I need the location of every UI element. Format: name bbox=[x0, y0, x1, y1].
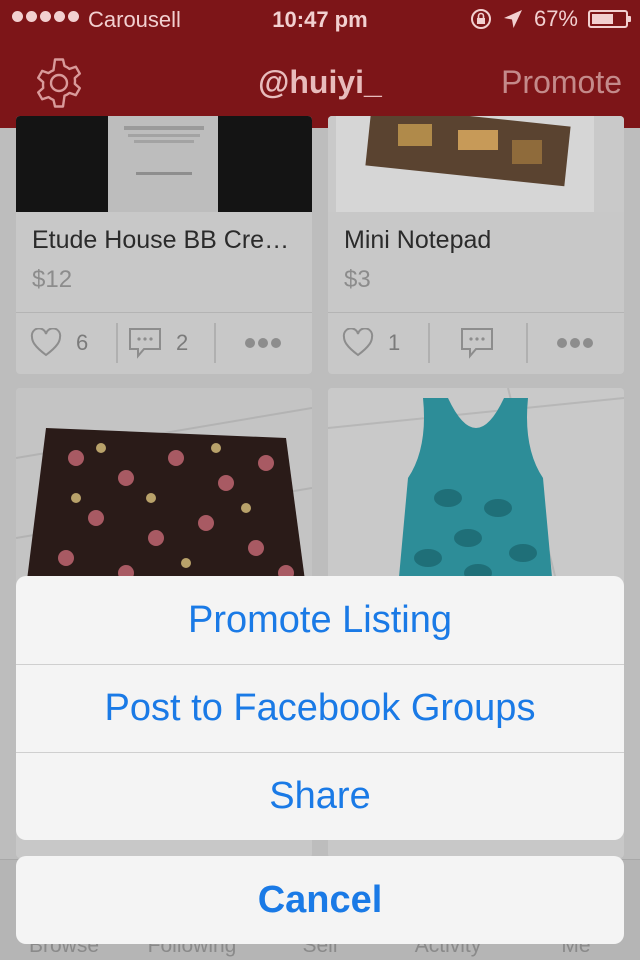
comment-icon bbox=[461, 328, 493, 359]
listing-card[interactable]: Etude House BB Cre… $12 6 2 bbox=[16, 116, 312, 374]
listing-actions: 6 2 bbox=[16, 312, 312, 373]
action-sheet: Promote Listing Post to Facebook Groups … bbox=[16, 576, 624, 840]
share-option[interactable]: Share bbox=[16, 752, 624, 840]
more-button[interactable] bbox=[556, 313, 594, 373]
app-screen: Carousell 10:47 pm 67% @huiyi_ Promote E… bbox=[0, 0, 640, 960]
promote-button[interactable]: Promote bbox=[501, 64, 622, 101]
listing-actions: 1 bbox=[328, 312, 624, 373]
divider bbox=[428, 323, 430, 363]
divider bbox=[214, 323, 216, 363]
comment-button[interactable]: 2 bbox=[128, 313, 188, 373]
battery-percent: 67% bbox=[533, 6, 578, 31]
like-count: 6 bbox=[76, 330, 89, 355]
comment-count: 2 bbox=[176, 330, 189, 355]
more-dots-icon bbox=[245, 338, 281, 348]
listing-photo bbox=[16, 388, 312, 588]
listing-photo bbox=[328, 116, 624, 212]
listing-price: $3 bbox=[344, 266, 371, 293]
like-button[interactable]: 6 bbox=[30, 313, 88, 373]
more-button[interactable] bbox=[244, 313, 282, 373]
listing-price: $12 bbox=[32, 266, 73, 293]
cancel-button[interactable]: Cancel bbox=[16, 856, 624, 944]
comment-button[interactable] bbox=[460, 313, 494, 373]
location-arrow-icon bbox=[503, 10, 522, 28]
post-to-facebook-groups-option[interactable]: Post to Facebook Groups bbox=[16, 664, 624, 752]
divider bbox=[116, 323, 118, 363]
status-bar: Carousell 10:47 pm 67% bbox=[0, 0, 640, 40]
listing-photo bbox=[16, 116, 312, 212]
like-count: 1 bbox=[388, 330, 401, 355]
status-right-group: 67% bbox=[470, 6, 631, 32]
heart-icon bbox=[342, 328, 374, 357]
divider bbox=[526, 323, 528, 363]
heart-icon bbox=[30, 328, 62, 357]
battery-icon bbox=[588, 10, 631, 28]
listing-title: Etude House BB Cre… bbox=[32, 226, 290, 254]
listing-photo bbox=[328, 388, 624, 588]
comment-icon bbox=[129, 328, 161, 359]
more-dots-icon bbox=[557, 338, 593, 348]
nav-bar: @huiyi_ Promote bbox=[0, 40, 640, 128]
promote-listing-option[interactable]: Promote Listing bbox=[16, 576, 624, 664]
like-button[interactable]: 1 bbox=[342, 313, 400, 373]
listing-title: Mini Notepad bbox=[344, 226, 492, 254]
listing-card[interactable]: Mini Notepad $3 1 bbox=[328, 116, 624, 374]
rotation-lock-icon bbox=[470, 9, 491, 29]
